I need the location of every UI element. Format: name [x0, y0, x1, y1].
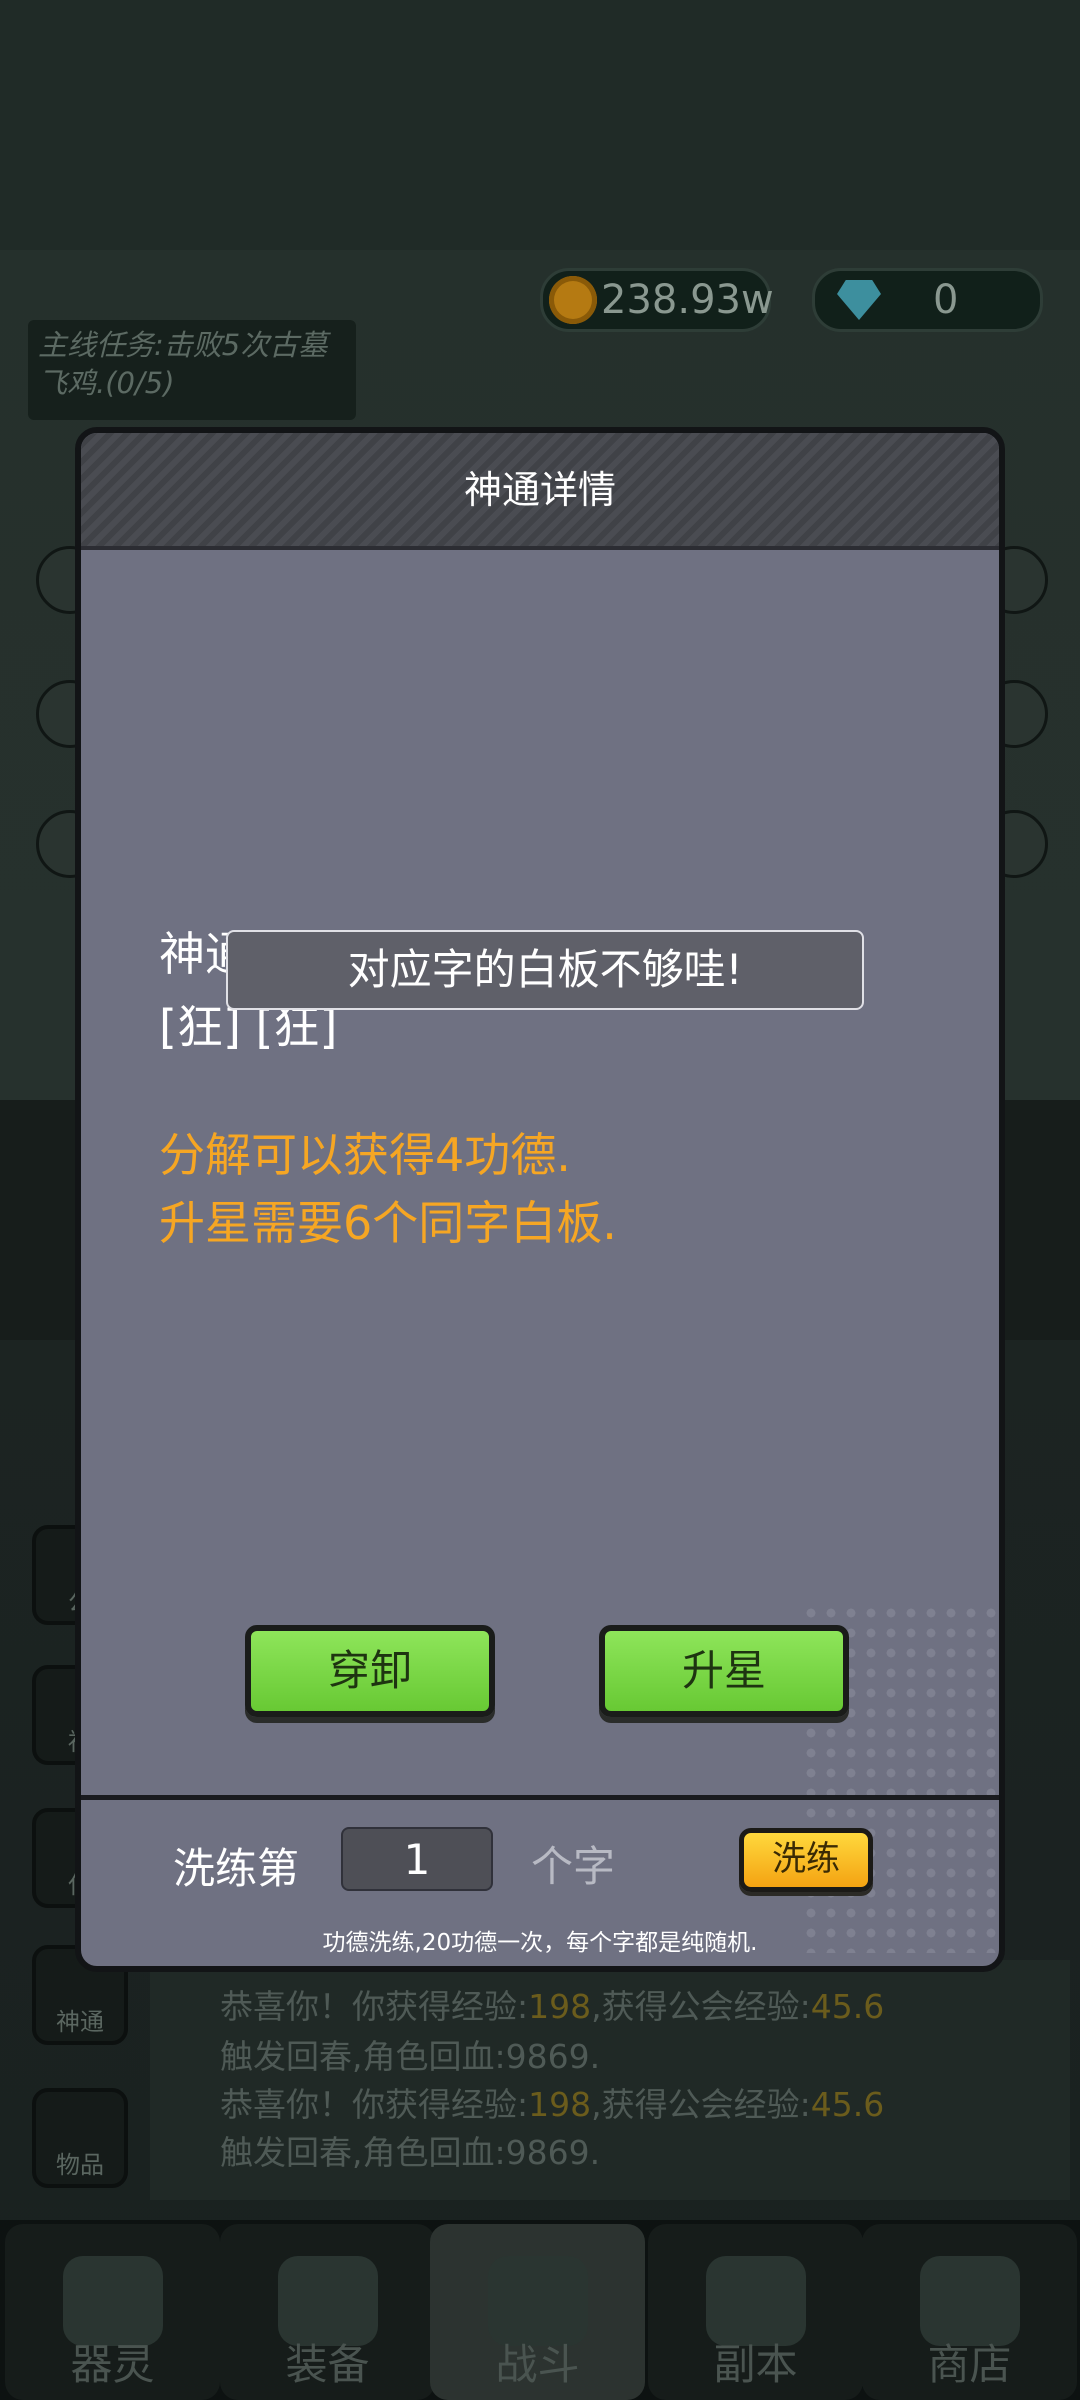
tab-shop[interactable]: 商店	[862, 2224, 1077, 2400]
tab-dungeon[interactable]: 副本	[648, 2224, 863, 2400]
battle-log: 恭喜你！你获得经验:198,获得公会经验:45.6 触发回春,角色回血:9869…	[150, 1960, 1070, 2200]
refine-button[interactable]: 洗练	[739, 1828, 873, 1892]
dialog-divider	[81, 1795, 999, 1800]
diamond-icon	[837, 280, 881, 320]
gem-value: 0	[933, 277, 959, 323]
decompose-info: 分解可以获得4功德.	[159, 1128, 571, 1182]
log-line: 触发回春,角色回血:9869.	[220, 2037, 601, 2076]
gem-counter: 0	[812, 268, 1043, 332]
tab-label: 器灵	[70, 2340, 155, 2389]
refine-suffix-label: 个字	[531, 1842, 616, 1891]
upgrade-star-button[interactable]: 升星	[599, 1625, 849, 1717]
bottom-nav: 器灵 装备 战斗 副本 商店	[0, 2220, 1080, 2400]
main-task-banner[interactable]: 主线任务:击败5次古墓飞鸡.(0/5)	[28, 320, 356, 420]
tab-label: 战斗	[495, 2340, 580, 2389]
refine-note: 功德洗练,20功德一次，每个字都是纯随机.	[322, 1930, 758, 1956]
wear-unwear-button[interactable]: 穿卸	[245, 1625, 495, 1717]
coin-icon	[549, 276, 597, 324]
left-menu-label: 物品	[56, 2151, 104, 2179]
upgrade-star-info: 升星需要6个同字白板.	[159, 1196, 617, 1250]
dialog-header: 神通详情	[81, 433, 999, 550]
log-line: 恭喜你！你获得经验:198,获得公会经验:45.6	[220, 2085, 885, 2124]
tab-label: 商店	[927, 2340, 1012, 2389]
log-line: 恭喜你！你获得经验:198,获得公会经验:45.6	[220, 1987, 885, 2026]
shentong-detail-dialog: 神通详情 神通: [狂] [狂] 对应字的白板不够哇! 分解可以获得4功德. 升…	[75, 427, 1005, 1972]
top-bar	[0, 0, 1080, 250]
coin-counter: 238.93w	[540, 268, 774, 332]
log-line: 触发回春,角色回血:9869.	[220, 2133, 601, 2172]
refine-index-input[interactable]: 1	[341, 1827, 493, 1891]
tab-label: 副本	[713, 2340, 798, 2389]
tab-qiling[interactable]: 器灵	[5, 2224, 220, 2400]
tab-label: 装备	[285, 2340, 370, 2389]
toast-message: 对应字的白板不够哇!	[226, 930, 864, 1010]
refine-prefix-label: 洗练第	[173, 1844, 300, 1893]
dialog-title: 神通详情	[463, 468, 616, 512]
tab-equipment[interactable]: 装备	[220, 2224, 435, 2400]
left-menu-label: 神通	[56, 2008, 104, 2036]
left-menu-button-items[interactable]: 物品	[32, 2088, 128, 2188]
coin-value: 238.93w	[601, 277, 774, 323]
tab-battle[interactable]: 战斗	[430, 2224, 645, 2400]
